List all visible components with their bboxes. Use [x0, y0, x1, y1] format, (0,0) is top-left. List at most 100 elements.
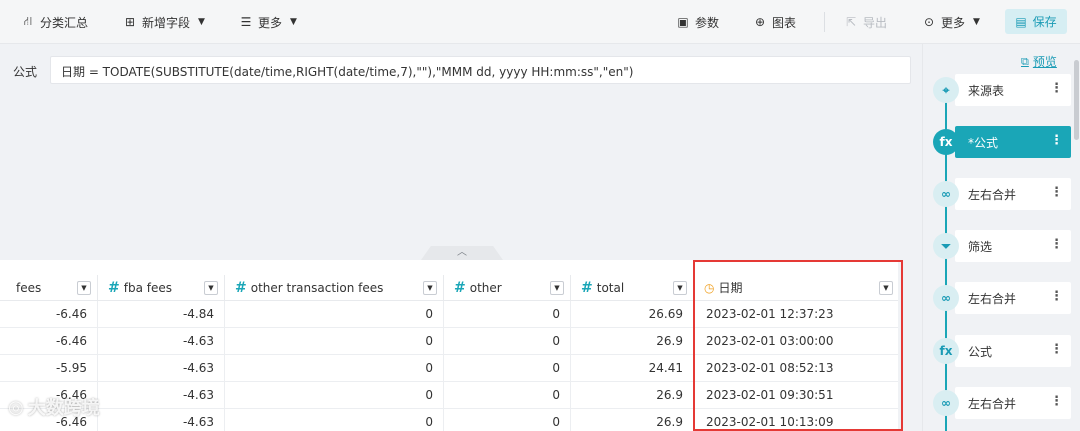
kebab-menu-icon[interactable]: ⋮: [1050, 343, 1063, 357]
filter-icon: ⏷: [933, 233, 959, 259]
chart-label: 图表: [772, 15, 797, 30]
table-cell: 2023-02-01 10:13:09: [694, 409, 900, 431]
caret-down-icon: ▼: [198, 17, 205, 27]
merge-icon: ∞: [933, 181, 959, 207]
flow-node-label: 筛选: [968, 239, 993, 254]
more-dots-icon: ⊙: [923, 15, 935, 29]
table-cell: -6.46: [0, 301, 98, 328]
table-cell: 0: [225, 355, 444, 382]
save-button[interactable]: ▤ 保存: [1005, 9, 1067, 34]
column-dropdown-icon[interactable]: ▼: [423, 281, 437, 295]
column-dropdown-icon[interactable]: ▼: [77, 281, 91, 295]
params-button[interactable]: ▣ 参数: [677, 13, 719, 31]
table-cell: -6.46: [0, 328, 98, 355]
flow-node-card[interactable]: *公式 ⋮: [955, 126, 1071, 158]
flow-node-card[interactable]: 左右合并 ⋮: [955, 387, 1071, 419]
column-dropdown-icon[interactable]: ▼: [673, 281, 687, 295]
chart-button[interactable]: ⊕ 图表: [754, 13, 796, 31]
table-cell: 24.41: [571, 355, 694, 382]
hierarchy-icon: ⛙: [23, 14, 33, 28]
table-cell: 0: [444, 301, 571, 328]
column-header-total[interactable]: # total ▼: [571, 275, 694, 301]
table-cell: 0: [225, 409, 444, 431]
watermark-text: 大数跨境: [27, 398, 100, 419]
table-cell: -4.63: [98, 382, 225, 409]
column-header-date[interactable]: ◷ 日期 ▼: [694, 275, 900, 301]
formula-label: 公式: [13, 65, 38, 79]
number-type-icon: #: [235, 279, 247, 296]
kebab-menu-icon[interactable]: ⋮: [1050, 186, 1063, 200]
collapse-handle[interactable]: ︿: [421, 246, 503, 260]
column-title: other transaction fees: [250, 280, 384, 295]
column-title: fees: [16, 280, 42, 295]
preview-icon: ⧉: [1021, 54, 1029, 68]
column-header-other-transaction-fees[interactable]: # other transaction fees ▼: [225, 275, 444, 301]
column-dropdown-icon[interactable]: ▼: [550, 281, 564, 295]
more-left-label: 更多: [258, 15, 283, 30]
table-cell: 26.9: [571, 409, 694, 431]
formula-input[interactable]: 日期 = TODATE(SUBSTITUTE(date/time,RIGHT(d…: [50, 56, 911, 84]
merge-icon: ∞: [933, 285, 959, 311]
table-cell: -4.63: [98, 355, 225, 382]
flow-node-card[interactable]: 公式 ⋮: [955, 335, 1071, 367]
more-menu-left[interactable]: ☰ 更多 ▼: [240, 13, 297, 31]
data-table: fees ▼ # fba fees ▼ # other transaction …: [0, 260, 910, 431]
column-header-other[interactable]: # other ▼: [444, 275, 571, 301]
main-area: 公式 日期 = TODATE(SUBSTITUTE(date/time,RIGH…: [0, 44, 922, 431]
table-cell: 26.9: [571, 328, 694, 355]
table-cell: 2023-02-01 03:00:00: [694, 328, 900, 355]
table-header: fees ▼ # fba fees ▼ # other transaction …: [0, 275, 910, 301]
watermark: ◎ 大数跨境: [8, 394, 100, 420]
kebab-menu-icon[interactable]: ⋮: [1050, 395, 1063, 409]
table-cell: -4.63: [98, 409, 225, 431]
number-type-icon: #: [454, 279, 466, 296]
table-cell: 26.69: [571, 301, 694, 328]
column-title: 日期: [718, 281, 743, 295]
kebab-menu-icon[interactable]: ⋮: [1050, 82, 1063, 96]
flow-node-label: *公式: [968, 135, 999, 150]
number-type-icon: #: [581, 279, 593, 296]
more-menu-right[interactable]: ⊙ 更多 ▼: [923, 13, 980, 31]
flow-node-card[interactable]: 左右合并 ⋮: [955, 282, 1071, 314]
column-title: total: [596, 280, 625, 295]
column-dropdown-icon[interactable]: ▼: [204, 281, 218, 295]
formula-icon: fx: [933, 338, 959, 364]
table-cell: 0: [225, 382, 444, 409]
table-row: -6.46 -4.84 0 0 26.69 2023-02-01 12:37:2…: [0, 301, 910, 328]
table-cell: 0: [444, 355, 571, 382]
table-cell: 0: [444, 328, 571, 355]
group-summary-label: 分类汇总: [40, 15, 89, 30]
export-label: 导出: [863, 15, 888, 30]
params-icon: ▣: [677, 15, 689, 29]
caret-down-icon: ▼: [973, 17, 980, 27]
table-cell: -5.95: [0, 355, 98, 382]
params-label: 参数: [695, 15, 720, 30]
export-icon: ⇱: [845, 15, 857, 29]
add-field-button[interactable]: ⊞ 新增字段 ▼: [124, 13, 205, 31]
flow-node-label: 来源表: [968, 83, 1005, 98]
save-icon: ▤: [1015, 14, 1027, 29]
table-cell: -4.63: [98, 328, 225, 355]
column-header-fba-fees[interactable]: # fba fees ▼: [98, 275, 225, 301]
toolbar: ⛙ 分类汇总 ⊞ 新增字段 ▼ ☰ 更多 ▼ ▣ 参数 ⊕ 图表 ⇱ 导出 ⊙ …: [0, 0, 1080, 44]
chevron-up-icon: ︿: [457, 247, 467, 258]
add-column-icon: ⊞: [124, 15, 136, 29]
flow-node-card[interactable]: 左右合并 ⋮: [955, 178, 1071, 210]
table-row: -6.46 -4.63 0 0 26.9 2023-02-01 03:00:00: [0, 328, 910, 355]
flow-node-card[interactable]: 筛选 ⋮: [955, 230, 1071, 262]
kebab-menu-icon[interactable]: ⋮: [1050, 238, 1063, 252]
column-dropdown-icon[interactable]: ▼: [879, 281, 893, 295]
export-button[interactable]: ⇱ 导出: [845, 13, 887, 31]
flow-node-card[interactable]: 来源表 ⋮: [955, 74, 1071, 106]
table-cell: 0: [225, 328, 444, 355]
table-cell: -4.84: [98, 301, 225, 328]
kebab-menu-icon[interactable]: ⋮: [1050, 134, 1063, 148]
flow-node-label: 公式: [968, 344, 993, 359]
more-right-label: 更多: [941, 15, 966, 30]
panel-scrollbar[interactable]: [1074, 60, 1079, 140]
preview-link[interactable]: ⧉ 预览: [1021, 53, 1057, 70]
kebab-menu-icon[interactable]: ⋮: [1050, 290, 1063, 304]
group-summary-button[interactable]: ⛙ 分类汇总: [22, 13, 88, 31]
flow-node-label: 左右合并: [968, 291, 1017, 306]
column-header-fees[interactable]: fees ▼: [0, 275, 98, 301]
